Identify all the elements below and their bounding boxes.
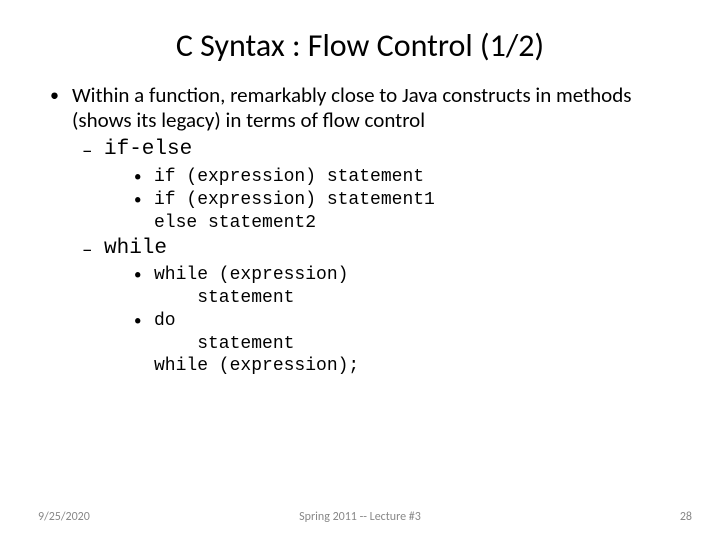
bullet-text: Within a function, remarkably close to J… xyxy=(72,83,690,133)
footer-page-number: 28 xyxy=(680,510,692,524)
bullet-level2-ifelse: – if-else xyxy=(48,137,690,163)
footer-date: 9/25/2020 xyxy=(38,510,90,524)
bullet-level3: • while (expression) statement xyxy=(48,264,690,309)
bullet-dot-icon: • xyxy=(134,264,154,287)
bullet-dot-icon: • xyxy=(134,310,154,333)
ifelse-label: if-else xyxy=(104,137,192,163)
slide-title: C Syntax : Flow Control (1/2) xyxy=(0,0,720,83)
slide-content: • Within a function, remarkably close to… xyxy=(0,83,720,378)
bullet-level3: • if (expression) statement1 else statem… xyxy=(48,189,690,234)
while-label: while xyxy=(104,236,167,262)
bullet-dot-icon: • xyxy=(134,189,154,212)
bullet-dot-icon: • xyxy=(48,83,72,108)
code-text: while (expression) statement xyxy=(154,264,348,309)
bullet-level1: • Within a function, remarkably close to… xyxy=(48,83,690,133)
dash-icon: – xyxy=(82,236,104,262)
bullet-level3: • do statement while (expression); xyxy=(48,310,690,378)
footer-course: Spring 2011 -- Lecture #3 xyxy=(299,510,421,524)
slide-footer: 9/25/2020 Spring 2011 -- Lecture #3 28 xyxy=(0,510,720,524)
code-text: if (expression) statement1 else statemen… xyxy=(154,189,435,234)
code-text: do statement while (expression); xyxy=(154,310,359,378)
code-text: if (expression) statement xyxy=(154,166,424,189)
bullet-level3: • if (expression) statement xyxy=(48,166,690,189)
bullet-dot-icon: • xyxy=(134,166,154,189)
dash-icon: – xyxy=(82,137,104,163)
bullet-level2-while: – while xyxy=(48,236,690,262)
